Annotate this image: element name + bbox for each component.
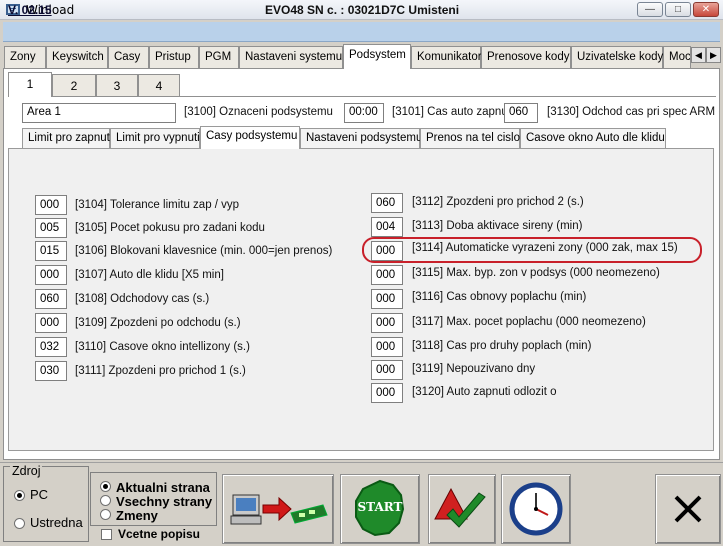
validate-triangle-check-icon xyxy=(434,487,486,528)
param-3111-label: [3111] Zpozdeni pro prichod 1 (s.) xyxy=(75,365,246,377)
param-3117-field[interactable]: 000 xyxy=(371,313,403,333)
source-panel-radio[interactable] xyxy=(14,518,25,529)
close-x-icon xyxy=(674,495,702,523)
param-3116-field[interactable]: 000 xyxy=(371,289,403,309)
param-3115-label: [3115] Max. byp. zon v podsys (000 neome… xyxy=(412,267,660,279)
special-arm-exit-delay-field[interactable]: 060 xyxy=(504,103,538,123)
param-3112-label: [3112] Zpozdeni pro prichod 2 (s.) xyxy=(412,196,584,208)
param-3105-field[interactable]: 005 xyxy=(35,218,67,238)
tab-prenosove-kody[interactable]: Prenosove kody xyxy=(481,46,571,68)
area-tab-2[interactable]: 2 xyxy=(52,74,96,96)
area-name-label: [3100] Oznaceni podsystemu xyxy=(184,106,333,118)
arrow-right-icon: ▶ xyxy=(710,50,717,60)
close-icon: ✕ xyxy=(701,4,711,15)
tab-casy[interactable]: Casy xyxy=(108,46,149,68)
area-tab-3[interactable]: 3 xyxy=(96,74,138,96)
transfer-button[interactable] xyxy=(222,474,334,544)
param-3117-label: [3117] Max. pocet poplachu (000 neomezen… xyxy=(412,316,646,328)
tab-pristup[interactable]: Pristup xyxy=(149,46,199,68)
tab-zony[interactable]: Zony xyxy=(4,46,46,68)
scope-current-radio[interactable] xyxy=(100,481,111,492)
exit-button[interactable] xyxy=(655,474,721,544)
param-3113-label: [3113] Doba aktivace sireny (min) xyxy=(412,220,583,232)
param-3112-field[interactable]: 060 xyxy=(371,193,403,213)
param-3111-field[interactable]: 030 xyxy=(35,361,67,381)
inner-tab-nastaveni-podsystemu[interactable]: Nastaveni podsystemu xyxy=(300,128,422,148)
area-tab-4[interactable]: 4 xyxy=(138,74,180,96)
param-3107-label: [3107] Auto dle klidu [X5 min] xyxy=(75,269,224,281)
auto-arm-time-label: [3101] Cas auto zapnuti xyxy=(392,106,504,118)
area-name-field[interactable]: Area 1 xyxy=(22,103,176,123)
param-3104-label: [3104] Tolerance limitu zap / vyp xyxy=(75,199,240,211)
include-descriptions-label: Vcetne popisu xyxy=(118,527,201,541)
arrow-left-icon: ◀ xyxy=(695,50,702,60)
param-3113-field[interactable]: 004 xyxy=(371,217,403,237)
inner-tab-prenos-na-tel-cislo[interactable]: Prenos na tel cislo xyxy=(420,128,520,148)
inner-tab-casy-podsystemu[interactable]: Casy podsystemu xyxy=(200,126,300,149)
clock-button[interactable] xyxy=(501,474,571,544)
tab-scroll-right-button[interactable]: ▶ xyxy=(706,47,721,63)
tab-komunikator[interactable]: Komunikator xyxy=(411,46,482,68)
maximize-icon: □ xyxy=(674,4,682,15)
start-button[interactable]: START xyxy=(340,474,420,544)
tab-moc[interactable]: Moc xyxy=(663,46,691,68)
tab-scroll-left-button[interactable]: ◀ xyxy=(691,47,706,63)
device-header-bar xyxy=(3,22,720,42)
param-3120-label: [3120] Auto zapnuti odlozit o xyxy=(412,386,557,398)
param-3110-label: [3110] Casove okno intellizony (s.) xyxy=(75,341,250,353)
param-3119-field[interactable]: 000 xyxy=(371,360,403,380)
param-3109-field[interactable]: 000 xyxy=(35,313,67,333)
param-3109-label: [3109] Zpozdeni po odchodu (s.) xyxy=(75,317,241,329)
pc-to-panel-transfer-icon xyxy=(230,494,328,525)
highlight-annotation xyxy=(362,237,702,263)
tab-podsystem[interactable]: Podsystem xyxy=(343,44,411,69)
start-label: START xyxy=(357,500,403,514)
param-3106-field[interactable]: 015 xyxy=(35,241,67,261)
param-3118-label: [3118] Cas pro druhy poplach (min) xyxy=(412,340,592,352)
scope-all-radio[interactable] xyxy=(100,495,111,506)
version-link[interactable]: V. 02.15 xyxy=(8,3,52,17)
clock-icon xyxy=(509,482,563,536)
inner-tab-casove-okno[interactable]: Casove okno Auto dle klidu xyxy=(520,128,666,148)
param-3110-field[interactable]: 032 xyxy=(35,337,67,357)
param-3115-field[interactable]: 000 xyxy=(371,265,403,285)
inner-tab-limit-pro-vypnuti[interactable]: Limit pro vypnuti xyxy=(110,128,200,148)
tab-uzivatelske-kody[interactable]: Uzivatelske kody xyxy=(571,46,663,68)
scope-changes-label: Zmeny xyxy=(116,508,158,523)
scope-changes-radio[interactable] xyxy=(100,509,111,520)
validate-button[interactable] xyxy=(428,474,496,544)
inner-tab-limit-pro-zapnuti[interactable]: Limit pro zapnuti xyxy=(22,128,112,148)
source-group-title: Zdroj xyxy=(10,464,43,478)
special-arm-exit-delay-label: [3130] Odchod cas pri spec ARM (x xyxy=(547,106,719,118)
param-3104-field[interactable]: 000 xyxy=(35,195,67,215)
source-pc-label: PC xyxy=(30,487,49,502)
param-3107-field[interactable]: 000 xyxy=(35,265,67,285)
close-button[interactable]: ✕ xyxy=(693,2,719,17)
tab-keyswitch[interactable]: Keyswitch xyxy=(46,46,108,68)
minimize-button[interactable]: — xyxy=(637,2,663,17)
area-tabs-divider xyxy=(8,96,716,97)
source-panel-label: Ustredna xyxy=(30,515,83,530)
device-title: EVO48 SN c. : 03021D7C Umisteni xyxy=(265,3,460,17)
param-3116-label: [3116] Cas obnovy poplachu (min) xyxy=(412,291,587,303)
param-3106-label: [3106] Blokovani klavesnice (min. 000=je… xyxy=(75,245,333,257)
scope-current-label: Aktualni strana xyxy=(116,480,210,495)
param-3119-label: [3119] Nepouzivano dny xyxy=(412,363,536,375)
maximize-button[interactable]: □ xyxy=(665,2,691,17)
tab-nastaveni-systemu[interactable]: Nastaveni systemu xyxy=(239,46,343,68)
param-3118-field[interactable]: 000 xyxy=(371,337,403,357)
source-pc-radio[interactable] xyxy=(14,490,25,501)
param-3105-label: [3105] Pocet pokusu pro zadani kodu xyxy=(75,222,265,234)
tab-pgm[interactable]: PGM xyxy=(199,46,239,68)
include-descriptions-checkbox[interactable] xyxy=(101,529,112,540)
minimize-icon: — xyxy=(645,4,655,15)
param-3108-label: [3108] Odchodovy cas (s.) xyxy=(75,293,210,305)
area-tab-1[interactable]: 1 xyxy=(8,72,52,97)
param-3108-field[interactable]: 060 xyxy=(35,289,67,309)
scope-all-label: Vsechny strany xyxy=(116,494,213,509)
param-3120-field[interactable]: 000 xyxy=(371,383,403,403)
auto-arm-time-field[interactable]: 00:00 xyxy=(344,103,384,123)
